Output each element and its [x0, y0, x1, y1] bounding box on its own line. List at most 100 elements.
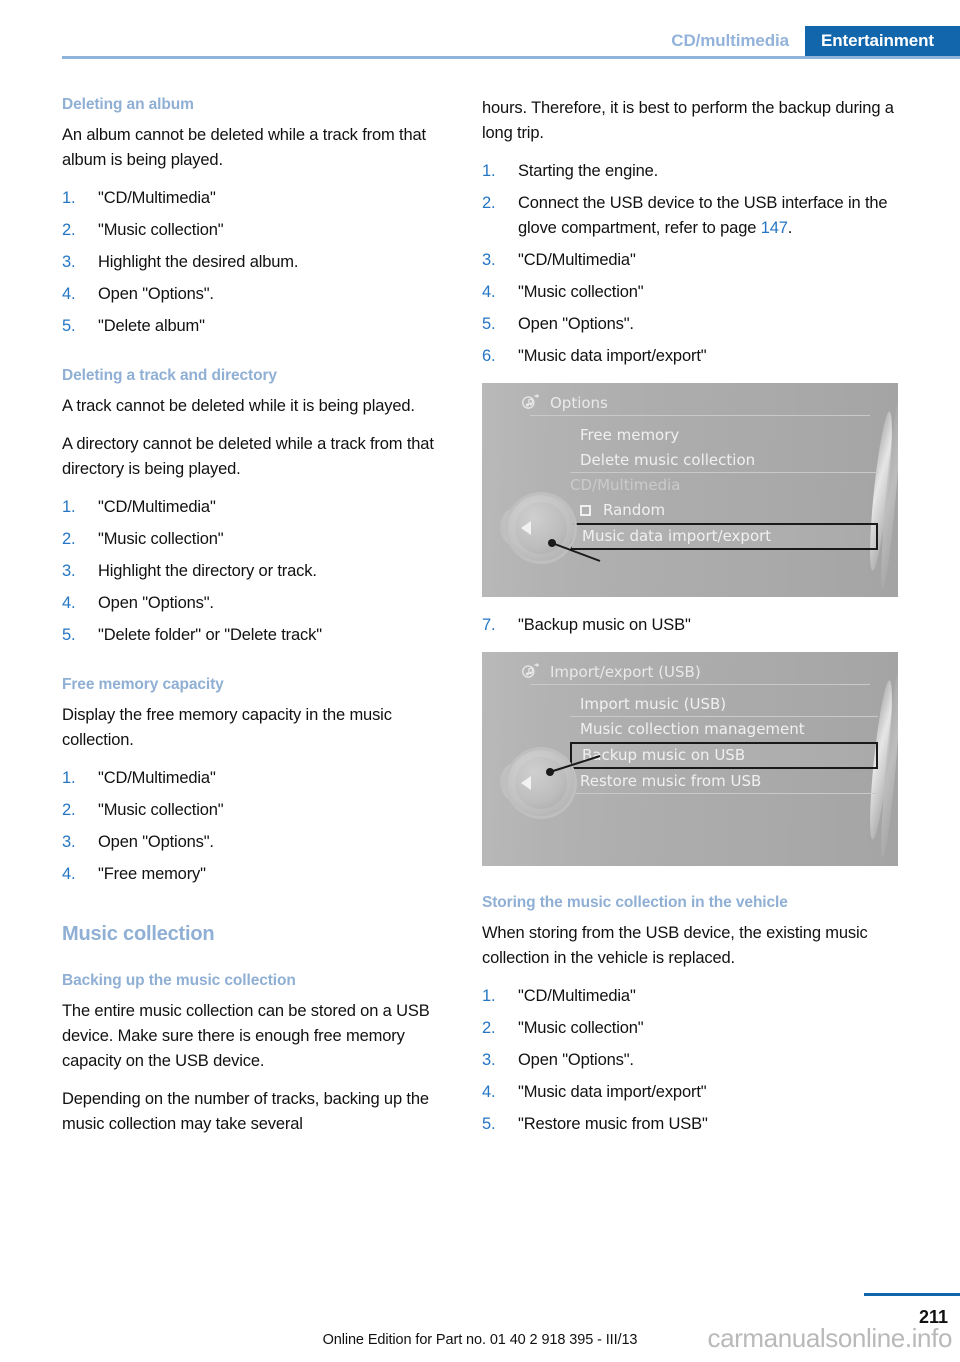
step-number: 3. — [62, 562, 76, 580]
list-item: 3. Highlight the directory or track. — [62, 559, 444, 584]
list-item: 4. "Music collection" — [482, 280, 898, 305]
list-item: 2. "Music collection" — [482, 1016, 898, 1041]
list-item: 5. Open "Options". — [482, 312, 898, 337]
step-text-suffix: . — [787, 219, 793, 237]
step-number: 5. — [482, 1115, 496, 1133]
list-item: 4. Open "Options". — [62, 591, 444, 616]
list-item: 5. "Delete album" — [62, 314, 444, 339]
list-item: 1. "CD/Multimedia" — [482, 984, 898, 1009]
steps-deleting-an-album: 1. "CD/Multimedia" 2. "Music collection" 3… — [62, 186, 444, 339]
list-item: 3. "CD/Multimedia" — [482, 248, 898, 273]
list-item: 1. Starting the engine. — [482, 159, 898, 184]
step-text: Connect the USB device to the USB interf… — [518, 194, 888, 237]
step-number: 4. — [62, 285, 76, 303]
step-number: 2. — [62, 221, 76, 239]
list-item: 1. "CD/Multimedia" — [62, 186, 444, 211]
list-item: 5. "Restore music from USB" — [482, 1112, 898, 1137]
step-text: "Restore music from USB" — [518, 1115, 708, 1133]
step-number: 1. — [482, 987, 496, 1005]
step-text: Highlight the desired album. — [98, 253, 299, 271]
callout-leader-line — [546, 755, 601, 776]
right-column: hours. Therefore, it is best to perform … — [482, 96, 898, 1150]
step-number: 4. — [482, 283, 496, 301]
step-number: 5. — [62, 626, 76, 644]
step-number: 3. — [482, 251, 496, 269]
page-reference-link[interactable]: 147 — [761, 219, 788, 237]
list-item: 3. Open "Options". — [62, 830, 444, 855]
step-number: 1. — [62, 769, 76, 787]
step-text: "Music collection" — [518, 1019, 644, 1037]
step-text: Starting the engine. — [518, 162, 659, 180]
step-text: "Free memory" — [98, 865, 206, 883]
steps-free-memory-capacity: 1. "CD/Multimedia" 2. "Music collection" 3… — [62, 766, 444, 887]
step-text: Open "Options". — [518, 315, 634, 333]
step-text: "Music data import/export" — [518, 1083, 707, 1101]
heading-free-memory-capacity: Free memory capacity — [62, 676, 224, 693]
list-item: 1. "CD/Multimedia" — [62, 495, 444, 520]
paragraph-backup-duration: Depending on the number of tracks, backi… — [62, 1090, 429, 1133]
paragraph-free-memory-capacity: Display the free memory capacity in the … — [62, 706, 392, 749]
step-number: 4. — [62, 865, 76, 883]
list-item: 4. Open "Options". — [62, 282, 444, 307]
list-item: 2. Connect the USB device to the USB inte… — [482, 191, 898, 241]
paragraph-directory-deletion: A directory cannot be deleted while a tr… — [62, 435, 434, 478]
footer-divider — [864, 1293, 960, 1296]
step-number: 2. — [482, 1019, 496, 1037]
paragraph-track-deletion: A track cannot be deleted while it is be… — [62, 397, 415, 415]
step-number: 2. — [62, 801, 76, 819]
header-divider — [62, 56, 960, 59]
list-item: 3. Open "Options". — [482, 1048, 898, 1073]
page-content: Deleting an album An album cannot be del… — [62, 96, 898, 1150]
step-text: Highlight the directory or track. — [98, 562, 317, 580]
step-number: 4. — [482, 1083, 496, 1101]
heading-deleting-a-track-and-directory: Deleting a track and directory — [62, 367, 277, 384]
paragraph-backup-duration-continued: hours. Therefore, it is best to perform … — [482, 99, 894, 142]
step-text: "Music data import/export" — [518, 347, 707, 365]
step-text: "Music collection" — [518, 283, 644, 301]
step-text: Open "Options". — [518, 1051, 634, 1069]
step-number: 1. — [482, 162, 496, 180]
idrive-screenshot-import-export: Import/export (USB) Import music (USB) M… — [482, 652, 898, 866]
step-number: 5. — [62, 317, 76, 335]
list-item: 2. "Music collection" — [62, 527, 444, 552]
step-text: "Music collection" — [98, 530, 224, 548]
step-number: 1. — [62, 498, 76, 516]
step-number: 1. — [62, 189, 76, 207]
idrive-screenshot-options: Options Free memory Delete music collect… — [482, 383, 898, 597]
breadcrumb-chapter-entertainment: Entertainment — [805, 26, 960, 56]
step-text: "CD/Multimedia" — [518, 987, 636, 1005]
step-number: 4. — [62, 594, 76, 612]
list-item: 2. "Music collection" — [62, 218, 444, 243]
step-text: Open "Options". — [98, 594, 214, 612]
step-text: "Delete folder" or "Delete track" — [98, 626, 322, 644]
step-text: "CD/Multimedia" — [98, 189, 216, 207]
step-text: Open "Options". — [98, 833, 214, 851]
step-number: 2. — [62, 530, 76, 548]
step-text: "CD/Multimedia" — [518, 251, 636, 269]
steps-backing-up-music-continued: 7. "Backup music on USB" — [482, 613, 898, 638]
breadcrumb-section-cd-multimedia: CD/multimedia — [671, 31, 789, 50]
step-text: "Music collection" — [98, 221, 224, 239]
step-text: Open "Options". — [98, 285, 214, 303]
list-item: 5. "Delete folder" or "Delete track" — [62, 623, 444, 648]
step-number: 3. — [482, 1051, 496, 1069]
steps-backing-up-music: 1. Starting the engine. 2. Connect the USB… — [482, 159, 898, 369]
heading-music-collection: Music collection — [62, 923, 215, 945]
list-item: 3. Highlight the desired album. — [62, 250, 444, 275]
list-item: 2. "Music collection" — [62, 798, 444, 823]
steps-storing-music-collection: 1. "CD/Multimedia" 2. "Music collection" 3… — [482, 984, 898, 1137]
step-text: "Delete album" — [98, 317, 205, 335]
callout-leader-line — [548, 539, 601, 562]
step-number: 7. — [482, 616, 496, 634]
list-item: 4. "Free memory" — [62, 862, 444, 887]
step-number: 6. — [482, 347, 496, 365]
page-header: CD/multimedia Entertainment — [0, 0, 960, 62]
step-number: 3. — [62, 833, 76, 851]
step-number: 3. — [62, 253, 76, 271]
left-column: Deleting an album An album cannot be del… — [62, 96, 444, 1150]
list-item: 6. "Music data import/export" — [482, 344, 898, 369]
